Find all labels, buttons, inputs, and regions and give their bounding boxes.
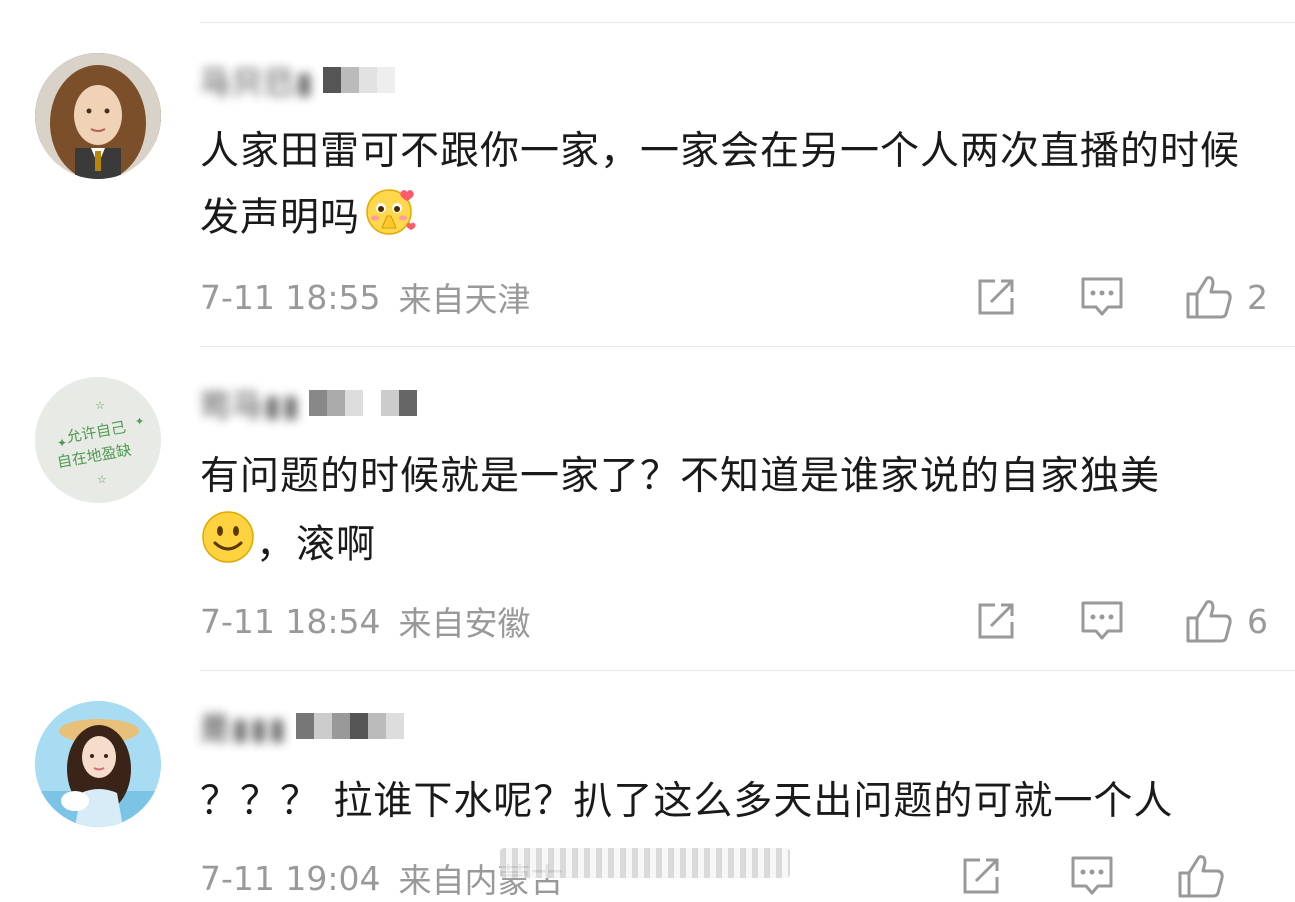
share-button[interactable]: [975, 273, 1017, 321]
avatar-handwriting: 允许自己 自在地盈缺 ✦ ✦ ☆ ☆: [35, 377, 161, 503]
comment-time: 7-11 18:54: [200, 601, 381, 641]
comment-text: ？？？ 拉谁下水呢？扒了这么多天出问题的可就一个人: [200, 770, 1275, 834]
comment-button[interactable]: [1070, 852, 1114, 900]
comment-button[interactable]: [1080, 597, 1124, 645]
like-count: 6: [1247, 601, 1268, 641]
comment-location: 来自安徽: [398, 604, 531, 643]
comment-button[interactable]: [1080, 273, 1124, 321]
comment-body-line2: ，滚啊: [256, 522, 377, 568]
svg-text:✦: ✦: [135, 415, 144, 428]
comment-icon: [1081, 277, 1123, 316]
thumbs-up-icon: [1178, 855, 1224, 898]
comment-icon: [1081, 601, 1123, 640]
svg-text:✦: ✦: [57, 436, 67, 450]
comment-actions: [963, 852, 1295, 900]
comment-text: 有问题的时候就是一家了？不知道是谁家说的自家独美 ，滚啊: [200, 445, 1275, 585]
comment-text: 人家田雷可不跟你一家，一家会在另一个人两次直播的时候发声明吗: [200, 120, 1275, 256]
comment-divider: [200, 346, 1295, 347]
avatar[interactable]: [35, 701, 161, 827]
username-mosaic: [309, 390, 418, 416]
username[interactable]: 是▮▮▮: [200, 704, 288, 748]
thumbs-up-icon: [1186, 276, 1232, 319]
like-button[interactable]: [1177, 852, 1239, 900]
share-icon: [978, 603, 1014, 639]
username-row: 马只已▮: [200, 58, 395, 102]
comment-time: 7-11 18:55: [200, 277, 381, 317]
comment-icon: [1071, 856, 1113, 895]
like-button[interactable]: 2: [1185, 273, 1268, 321]
comment-divider: [200, 670, 1295, 671]
comment-meta: 7-11 18:54 来自安徽: [200, 599, 531, 644]
username[interactable]: 司马▮▮: [200, 381, 301, 425]
like-button[interactable]: 6: [1185, 597, 1268, 645]
username[interactable]: 马只已▮: [200, 58, 315, 102]
comment-body-line1: 有问题的时候就是一家了？不知道是谁家说的自家独美: [200, 454, 1161, 499]
svg-text:☆: ☆: [97, 473, 107, 486]
share-button[interactable]: [960, 852, 1002, 900]
avatar-portrait: [35, 701, 161, 827]
username-mosaic: [295, 713, 404, 739]
thumbs-up-icon: [1186, 600, 1232, 643]
shy-blush-emoji: [360, 184, 418, 256]
top-divider: [200, 22, 1295, 23]
username-row: 是▮▮▮: [200, 704, 404, 748]
avatar[interactable]: 允许自己 自在地盈缺 ✦ ✦ ☆ ☆: [35, 377, 161, 503]
watermark-mosaic: [500, 848, 790, 878]
svg-text:☆: ☆: [95, 399, 105, 412]
share-icon: [978, 279, 1014, 315]
comment-actions: 6: [975, 597, 1295, 645]
username-mosaic: [322, 67, 395, 93]
comment-body: 人家田雷可不跟你一家，一家会在另一个人两次直播的时候发声明吗: [200, 129, 1241, 241]
comment-actions: 2: [975, 273, 1295, 321]
share-button[interactable]: [975, 597, 1017, 645]
comment-location: 来自天津: [398, 280, 531, 319]
share-icon: [963, 858, 999, 894]
comment-meta: 7-11 18:55 来自天津: [200, 275, 531, 320]
comment-body: ？？？ 拉谁下水呢？扒了这么多天出问题的可就一个人: [200, 779, 1174, 824]
username-row: 司马▮▮: [200, 381, 418, 425]
avatar[interactable]: [35, 53, 161, 179]
avatar-portrait: [35, 53, 161, 179]
like-count: 2: [1247, 277, 1268, 317]
smile-emoji: [200, 509, 256, 585]
